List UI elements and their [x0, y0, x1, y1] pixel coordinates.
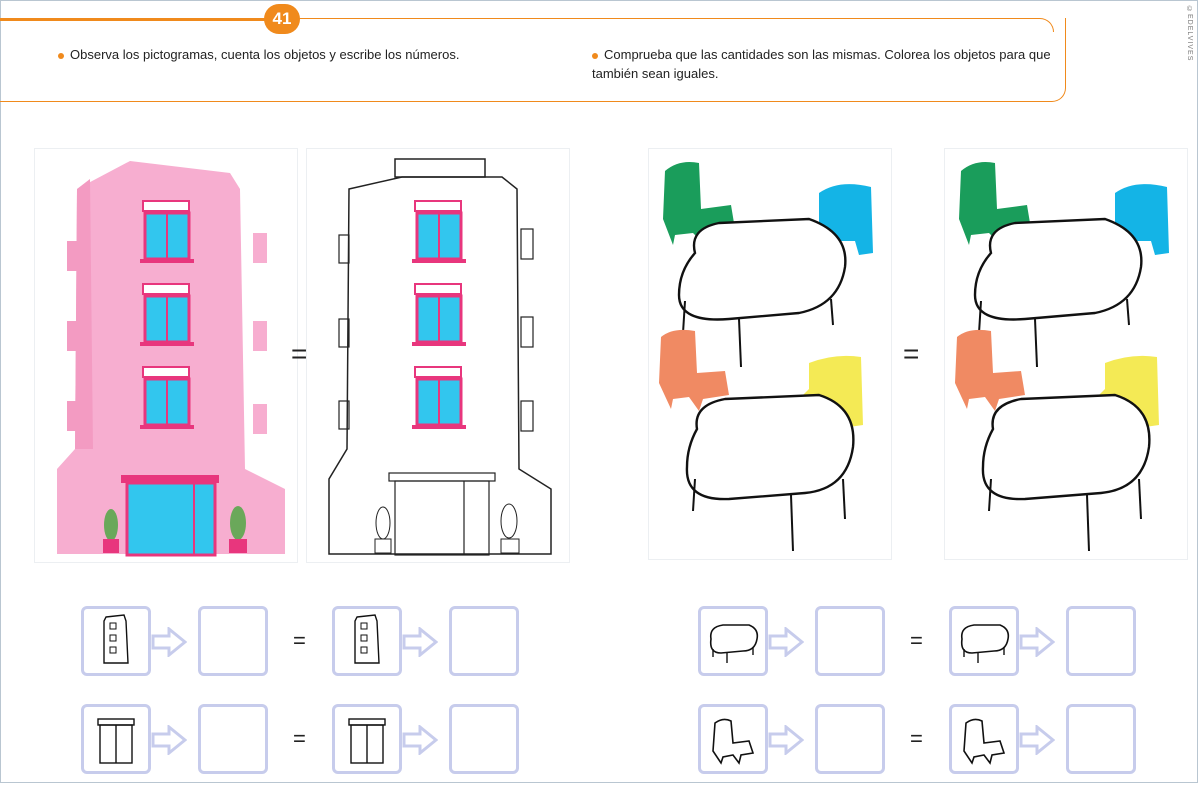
table-count-icon-box — [949, 606, 1019, 676]
arrow-icon — [151, 627, 187, 657]
window-count-icon-box — [332, 606, 402, 676]
table-icon — [960, 624, 1010, 663]
arrow-icon — [768, 627, 804, 657]
table-count-icon-box — [698, 606, 768, 676]
equals-sign: = — [293, 628, 306, 653]
window-count-icon-box — [81, 606, 151, 676]
door-count-icon-box — [81, 704, 151, 774]
answer-box-windows-a[interactable] — [198, 606, 268, 676]
chair-count-icon-box — [698, 704, 768, 774]
arrow-icon — [402, 725, 438, 755]
bullet-icon — [592, 52, 598, 59]
door-icon — [348, 718, 386, 764]
instruction-left: Observa los pictogramas, cuenta los obje… — [58, 45, 558, 64]
arrow-icon — [1019, 627, 1055, 657]
instruction-right-text: Comprueba que las cantidades son las mis… — [592, 47, 1051, 81]
furniture-picture-left — [648, 148, 892, 560]
instruction-right: Comprueba que las cantidades son las mis… — [592, 45, 1062, 83]
equals-sign: = — [910, 726, 923, 751]
chair-count-icon-box — [949, 704, 1019, 774]
door-count-icon-box — [332, 704, 402, 774]
answer-box-chairs-b[interactable] — [1066, 704, 1136, 774]
equals-sign: = — [910, 628, 923, 653]
bullet-icon — [58, 52, 64, 59]
equals-sign: = — [293, 726, 306, 751]
answer-box-windows-b[interactable] — [449, 606, 519, 676]
arrow-icon — [402, 627, 438, 657]
window-icon — [103, 614, 129, 664]
chair-icon — [712, 718, 755, 765]
instruction-box-top — [298, 18, 1054, 32]
building-outline-picture — [306, 148, 570, 563]
chair-icon — [963, 718, 1006, 765]
answer-box-doors-a[interactable] — [198, 704, 268, 774]
equals-sign: = — [291, 338, 308, 369]
answer-box-tables-a[interactable] — [815, 606, 885, 676]
answer-box-chairs-a[interactable] — [815, 704, 885, 774]
building-colored-picture — [34, 148, 298, 563]
answer-box-doors-b[interactable] — [449, 704, 519, 774]
instruction-left-text: Observa los pictogramas, cuenta los obje… — [70, 47, 460, 62]
arrow-icon — [1019, 725, 1055, 755]
furniture-picture-right — [944, 148, 1188, 560]
window-icon — [354, 614, 380, 664]
table-icon — [709, 624, 759, 663]
publisher-mark: ©EDELVIVES — [1186, 6, 1193, 62]
equals-sign: = — [903, 338, 920, 369]
page-number: 41 — [264, 4, 300, 34]
arrow-icon — [151, 725, 187, 755]
arrow-icon — [768, 725, 804, 755]
door-icon — [97, 718, 135, 764]
answer-box-tables-b[interactable] — [1066, 606, 1136, 676]
